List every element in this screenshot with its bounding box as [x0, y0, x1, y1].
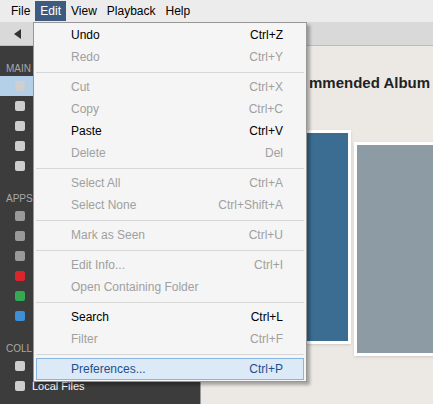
menu-separator: [34, 350, 306, 358]
menu-item[interactable]: Select NoneCtrl+Shift+A: [36, 194, 304, 216]
menu-item[interactable]: SearchCtrl+L: [36, 306, 304, 328]
sidebar-item-icon: [14, 80, 26, 92]
sidebar-item-icon: [14, 210, 26, 222]
menu-separator: [34, 68, 306, 76]
sidebar-item-icon: [14, 380, 26, 392]
menu-item[interactable]: Edit Info...Ctrl+I: [36, 254, 304, 276]
menu-item[interactable]: Open Containing Folder: [36, 276, 304, 298]
sidebar-item-icon: [14, 140, 26, 152]
sidebar-item-icon: [14, 270, 26, 282]
album-cover[interactable]: [301, 130, 351, 344]
menu-bar-item[interactable]: File: [6, 1, 35, 21]
album-cover[interactable]: [354, 142, 433, 356]
menu-item[interactable]: CutCtrl+X: [36, 76, 304, 98]
menu-item[interactable]: Select AllCtrl+A: [36, 172, 304, 194]
sidebar-item-icon: [14, 290, 26, 302]
menu-item[interactable]: Mark as SeenCtrl+U: [36, 224, 304, 246]
app-window: FileEditViewPlaybackHelpMAINAPPSCOLLLoca…: [0, 0, 433, 404]
menu-item[interactable]: DeleteDel: [36, 142, 304, 164]
sidebar-item-icon: [14, 100, 26, 112]
menu-item[interactable]: CopyCtrl+C: [36, 98, 304, 120]
sidebar-item-icon: [14, 250, 26, 262]
menu-bar-item[interactable]: Playback: [102, 1, 161, 21]
back-icon[interactable]: [12, 28, 24, 40]
sidebar-item-icon: [14, 120, 26, 132]
menu-separator: [34, 246, 306, 254]
menu-separator: [34, 164, 306, 172]
menu-bar: FileEditViewPlaybackHelp: [0, 0, 433, 22]
content-title: mmended Album: [309, 72, 430, 95]
menu-separator: [34, 216, 306, 224]
menu-item[interactable]: PasteCtrl+V: [36, 120, 304, 142]
menu-bar-item[interactable]: Edit: [35, 1, 66, 21]
menu-item[interactable]: Preferences...Ctrl+P: [36, 358, 304, 380]
menu-separator: [34, 298, 306, 306]
menu-item[interactable]: UndoCtrl+Z: [36, 24, 304, 46]
menu-item[interactable]: RedoCtrl+Y: [36, 46, 304, 68]
menu-bar-item[interactable]: View: [66, 1, 102, 21]
menu-bar-item[interactable]: Help: [161, 1, 196, 21]
sidebar-item-icon: [14, 360, 26, 372]
edit-menu: UndoCtrl+ZRedoCtrl+YCutCtrl+XCopyCtrl+CP…: [33, 22, 307, 382]
sidebar-item-icon: [14, 160, 26, 172]
menu-item[interactable]: FilterCtrl+F: [36, 328, 304, 350]
sidebar-item-icon: [14, 230, 26, 242]
sidebar-item-icon: [14, 310, 26, 322]
